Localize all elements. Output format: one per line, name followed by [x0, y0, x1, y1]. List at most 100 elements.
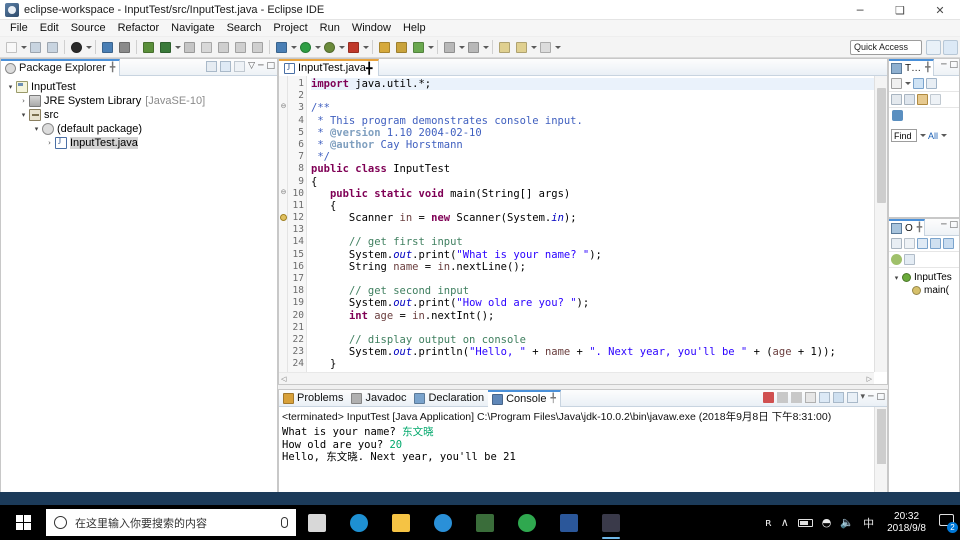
expand-arrow-icon[interactable]: ▾ [18, 111, 29, 119]
terminate-icon[interactable] [762, 392, 774, 403]
outline-item[interactable]: main( [891, 284, 957, 297]
tree-item-inputtest[interactable]: ▾ InputTest [1, 80, 277, 94]
quick-access-input[interactable]: Quick Access [850, 40, 922, 55]
ime-indicator[interactable]: 中 [863, 515, 874, 531]
sort-icon[interactable] [904, 238, 915, 249]
volume-icon[interactable]: 🔈 [840, 516, 854, 529]
menu-run[interactable]: Run [314, 21, 346, 36]
remove-all-icon[interactable] [790, 392, 802, 403]
minimize-button[interactable]: ─ [840, 0, 880, 20]
collapse-arrow-icon[interactable]: › [18, 97, 29, 105]
tree-item-inputtest-java[interactable]: › InputTest.java [1, 136, 277, 150]
hide-local-types-icon[interactable] [891, 254, 902, 265]
minimize-icon[interactable]: ─ [941, 61, 946, 70]
chevron-down-icon[interactable] [175, 45, 181, 49]
code-line[interactable]: { [311, 200, 887, 212]
close-button[interactable]: ✕ [920, 0, 960, 20]
tab-problems[interactable]: Problems [279, 390, 347, 407]
battery-icon[interactable] [797, 518, 813, 527]
minimize-icon[interactable]: ▽ [248, 62, 255, 71]
code-line[interactable]: { [311, 176, 887, 188]
notification-center-icon[interactable]: 2 [939, 514, 958, 533]
all-filter-link[interactable]: All [928, 131, 938, 141]
chevron-down-icon[interactable] [291, 45, 297, 49]
close-icon[interactable]: ╇ [550, 394, 555, 404]
code-line[interactable]: public static void main(String[] args) [311, 188, 887, 200]
tab-inputtest-java[interactable]: InputTest.java ╋ [279, 58, 379, 76]
code-line[interactable]: * @version 1.10 2004-02-10 [311, 127, 887, 139]
taskbar-edge-browser-button[interactable] [422, 505, 464, 540]
start-button[interactable] [0, 505, 46, 540]
filter-icon[interactable] [904, 94, 915, 105]
code-line[interactable] [311, 322, 887, 334]
menu-refactor[interactable]: Refactor [112, 21, 166, 36]
tab-task-list[interactable]: T… ╋ [889, 58, 934, 76]
find-input[interactable]: Find [891, 129, 917, 142]
chevron-down-icon[interactable] [483, 45, 489, 49]
code-line[interactable]: int age = in.nextInt(); [311, 310, 887, 322]
menu-search[interactable]: Search [221, 21, 268, 36]
synchronize-icon[interactable] [913, 78, 924, 89]
tab-declaration[interactable]: Declaration [410, 390, 488, 407]
outline-item[interactable]: ▾ InputTes [891, 271, 957, 284]
code-line[interactable]: * @author Cay Horstmann [311, 139, 887, 151]
java-perspective-button[interactable] [943, 40, 958, 55]
debug-button[interactable] [69, 39, 84, 55]
chevron-down-icon[interactable] [315, 45, 321, 49]
maximize-icon[interactable]: □ [949, 61, 958, 70]
chevron-down-icon[interactable] [459, 45, 465, 49]
code-line[interactable] [311, 90, 887, 102]
chevron-down-icon[interactable] [363, 45, 369, 49]
tree-item-jre-system-library[interactable]: › JRE System Library [JavaSE-10] [1, 94, 277, 108]
editor-vertical-scrollbar[interactable] [874, 76, 887, 372]
code-line[interactable]: /** [311, 102, 887, 114]
close-icon[interactable]: ╋ [366, 62, 373, 75]
previous-edit-button[interactable] [497, 39, 512, 55]
hide-nonpublic-icon[interactable] [943, 238, 954, 249]
source-code[interactable]: import java.util.*; /** * This program d… [307, 76, 887, 384]
collapse-all-icon[interactable] [206, 61, 218, 72]
tab-javadoc[interactable]: Javadoc [347, 390, 410, 407]
chevron-down-icon[interactable] [428, 45, 434, 49]
skip-breakpoints-button[interactable] [274, 39, 289, 55]
code-line[interactable]: // get second input [311, 285, 887, 297]
pin-editor-button[interactable] [538, 39, 553, 55]
taskbar-eclipse-button[interactable] [590, 505, 632, 540]
code-line[interactable]: */ [311, 151, 887, 163]
taskbar-file-explorer-button[interactable] [380, 505, 422, 540]
chevron-down-icon[interactable] [920, 134, 926, 137]
search-button[interactable] [199, 39, 214, 55]
chevron-down-icon[interactable] [339, 45, 345, 49]
code-line[interactable]: System.out.print("How old are you? "); [311, 297, 887, 309]
fold-marker-icon[interactable]: ⊖ [279, 188, 288, 196]
code-area[interactable]: ⊖ ⊖ 1 2 3 4 5 6 7 8 9 10 11 12 13 14 15 16 17 18 19 20 21 22 23… [279, 76, 887, 384]
display-console-icon[interactable] [846, 392, 858, 403]
chevron-down-icon[interactable] [531, 45, 537, 49]
open-console-dropdown-icon[interactable]: ▾ [861, 393, 866, 402]
code-line[interactable] [311, 224, 887, 236]
quick-fix-button[interactable] [411, 39, 426, 55]
view-menu-icon[interactable] [930, 94, 941, 105]
last-edit-location-button[interactable] [250, 39, 265, 55]
scrollbar-thumb[interactable] [877, 409, 886, 464]
minimize-view-icon[interactable]: ─ [258, 62, 263, 71]
collapse-all-icon[interactable] [891, 94, 902, 105]
taskbar-edge-button[interactable] [338, 505, 380, 540]
view-menu-icon[interactable] [234, 61, 246, 72]
scroll-lock-icon[interactable] [818, 392, 830, 403]
run-last-tool-button[interactable] [100, 39, 115, 55]
next-annotation-button[interactable] [216, 39, 231, 55]
menu-source[interactable]: Source [65, 21, 112, 36]
minimize-icon[interactable]: ─ [941, 221, 946, 230]
clear-console-icon[interactable] [804, 392, 816, 403]
coverage-button[interactable] [346, 39, 361, 55]
code-line[interactable]: Scanner in = new Scanner(System.in); [311, 212, 887, 224]
new-java-class-button[interactable] [158, 39, 173, 55]
menu-help[interactable]: Help [397, 21, 432, 36]
chevron-down-icon[interactable] [21, 45, 27, 49]
save-button[interactable] [28, 39, 43, 55]
microphone-icon[interactable] [281, 517, 288, 528]
focus-mode-icon[interactable] [891, 238, 902, 249]
pin-console-icon[interactable] [832, 392, 844, 403]
clock[interactable]: 20:32 2018/9/8 [883, 511, 930, 535]
